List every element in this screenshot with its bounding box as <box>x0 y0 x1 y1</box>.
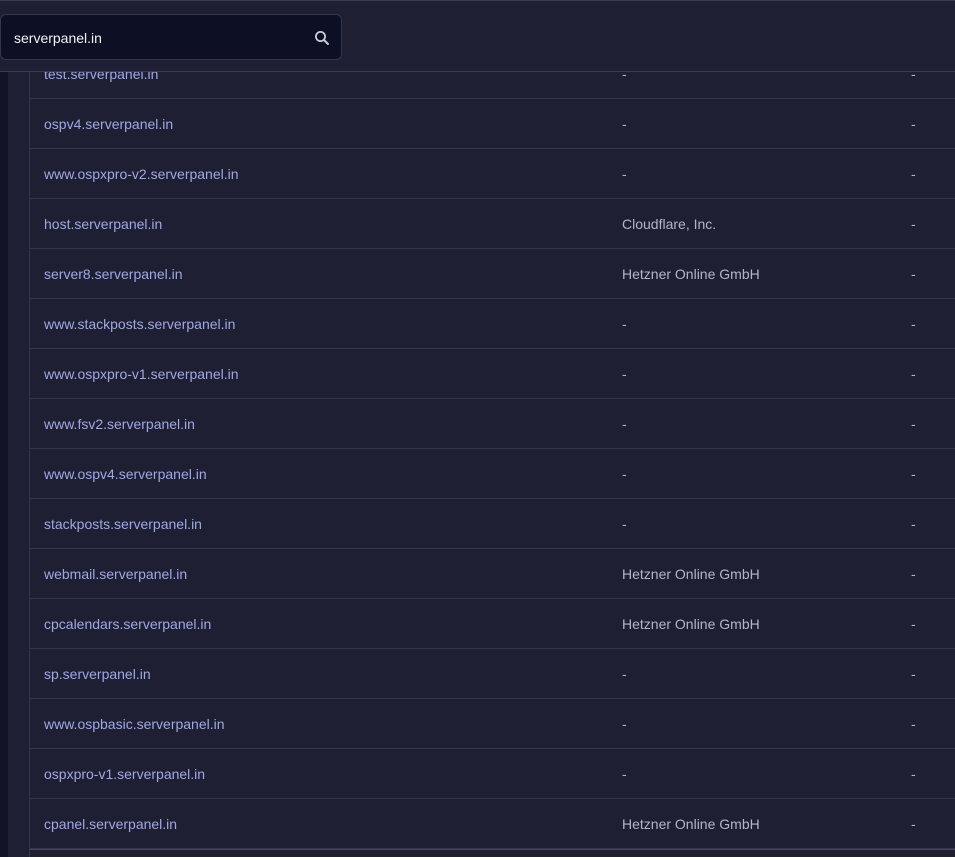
extra-cell: - <box>911 816 916 832</box>
extra-cell: - <box>911 566 916 582</box>
table-row: www.ospv4.serverpanel.in - - <box>30 449 955 499</box>
subdomain-link[interactable]: cpcalendars.serverpanel.in <box>44 599 211 649</box>
table-bottom-edge <box>30 849 955 857</box>
search-box <box>0 14 342 60</box>
organization-cell: - <box>622 666 627 682</box>
organization-cell: Cloudflare, Inc. <box>622 216 717 232</box>
subdomain-link[interactable]: www.stackposts.serverpanel.in <box>44 299 235 349</box>
subdomain-link[interactable]: webmail.serverpanel.in <box>44 549 187 599</box>
table-row: www.ospbasic.serverpanel.in - - <box>30 699 955 749</box>
subdomain-link[interactable]: www.fsv2.serverpanel.in <box>44 399 195 449</box>
subdomain-table: test.serverpanel.in - - ospv4.serverpanel.i… <box>30 49 955 849</box>
extra-cell: - <box>911 466 916 482</box>
table-row: stackposts.serverpanel.in - - <box>30 499 955 549</box>
subdomain-link[interactable]: host.serverpanel.in <box>44 199 162 249</box>
extra-cell: - <box>911 366 916 382</box>
organization-cell: - <box>622 166 627 182</box>
organization-cell: - <box>622 366 627 382</box>
extra-cell: - <box>911 116 916 132</box>
organization-cell: Hetzner Online GmbH <box>622 816 760 832</box>
extra-cell: - <box>911 616 916 632</box>
organization-cell: Hetzner Online GmbH <box>622 616 760 632</box>
extra-cell: - <box>911 316 916 332</box>
extra-cell: - <box>911 266 916 282</box>
extra-cell: - <box>911 666 916 682</box>
organization-cell: - <box>622 416 627 432</box>
table-row: cpcalendars.serverpanel.in Hetzner Online… <box>30 599 955 649</box>
subdomain-link[interactable]: www.ospxpro-v2.serverpanel.in <box>44 149 239 199</box>
table-row: www.stackposts.serverpanel.in - - <box>30 299 955 349</box>
table-row: www.fsv2.serverpanel.in - - <box>30 399 955 449</box>
extra-cell: - <box>911 416 916 432</box>
organization-cell: - <box>622 316 627 332</box>
extra-cell: - <box>911 166 916 182</box>
organization-cell: Hetzner Online GmbH <box>622 266 760 282</box>
table-row: cpanel.serverpanel.in Hetzner Online GmbH… <box>30 799 955 849</box>
organization-cell: Hetzner Online GmbH <box>622 566 760 582</box>
table-row: host.serverpanel.in Cloudflare, Inc. - <box>30 199 955 249</box>
extra-cell: - <box>911 216 916 232</box>
table-row: www.ospxpro-v2.serverpanel.in - - <box>30 149 955 199</box>
subdomain-link[interactable]: stackposts.serverpanel.in <box>44 499 202 549</box>
sidebar-rail <box>0 72 8 857</box>
table-row: ospxpro-v1.serverpanel.in - - <box>30 749 955 799</box>
subdomain-link[interactable]: ospv4.serverpanel.in <box>44 99 173 149</box>
search-input[interactable] <box>14 27 294 49</box>
subdomain-link[interactable]: cpanel.serverpanel.in <box>44 799 177 849</box>
app-window: test.serverpanel.in - - ospv4.serverpanel.i… <box>0 0 955 857</box>
table-row: ospv4.serverpanel.in - - <box>30 99 955 149</box>
extra-cell: - <box>911 766 916 782</box>
subdomain-link[interactable]: www.ospbasic.serverpanel.in <box>44 699 225 749</box>
extra-cell: - <box>911 716 916 732</box>
sidebar-gutter <box>8 72 30 857</box>
table-row: sp.serverpanel.in - - <box>30 649 955 699</box>
table-row: webmail.serverpanel.in Hetzner Online Gmb… <box>30 549 955 599</box>
subdomain-link[interactable]: server8.serverpanel.in <box>44 249 183 299</box>
table-row: server8.serverpanel.in Hetzner Online Gmb… <box>30 249 955 299</box>
organization-cell: - <box>622 766 627 782</box>
organization-cell: - <box>622 516 627 532</box>
subdomain-link[interactable]: ospxpro-v1.serverpanel.in <box>44 749 205 799</box>
organization-cell: - <box>622 116 627 132</box>
top-bar <box>0 0 955 72</box>
organization-cell: - <box>622 466 627 482</box>
table-row: www.ospxpro-v1.serverpanel.in - - <box>30 349 955 399</box>
search-icon[interactable] <box>313 29 331 47</box>
subdomain-link[interactable]: www.ospv4.serverpanel.in <box>44 449 207 499</box>
extra-cell: - <box>911 516 916 532</box>
subdomain-link[interactable]: sp.serverpanel.in <box>44 649 151 699</box>
subdomain-link[interactable]: www.ospxpro-v1.serverpanel.in <box>44 349 239 399</box>
organization-cell: - <box>622 716 627 732</box>
